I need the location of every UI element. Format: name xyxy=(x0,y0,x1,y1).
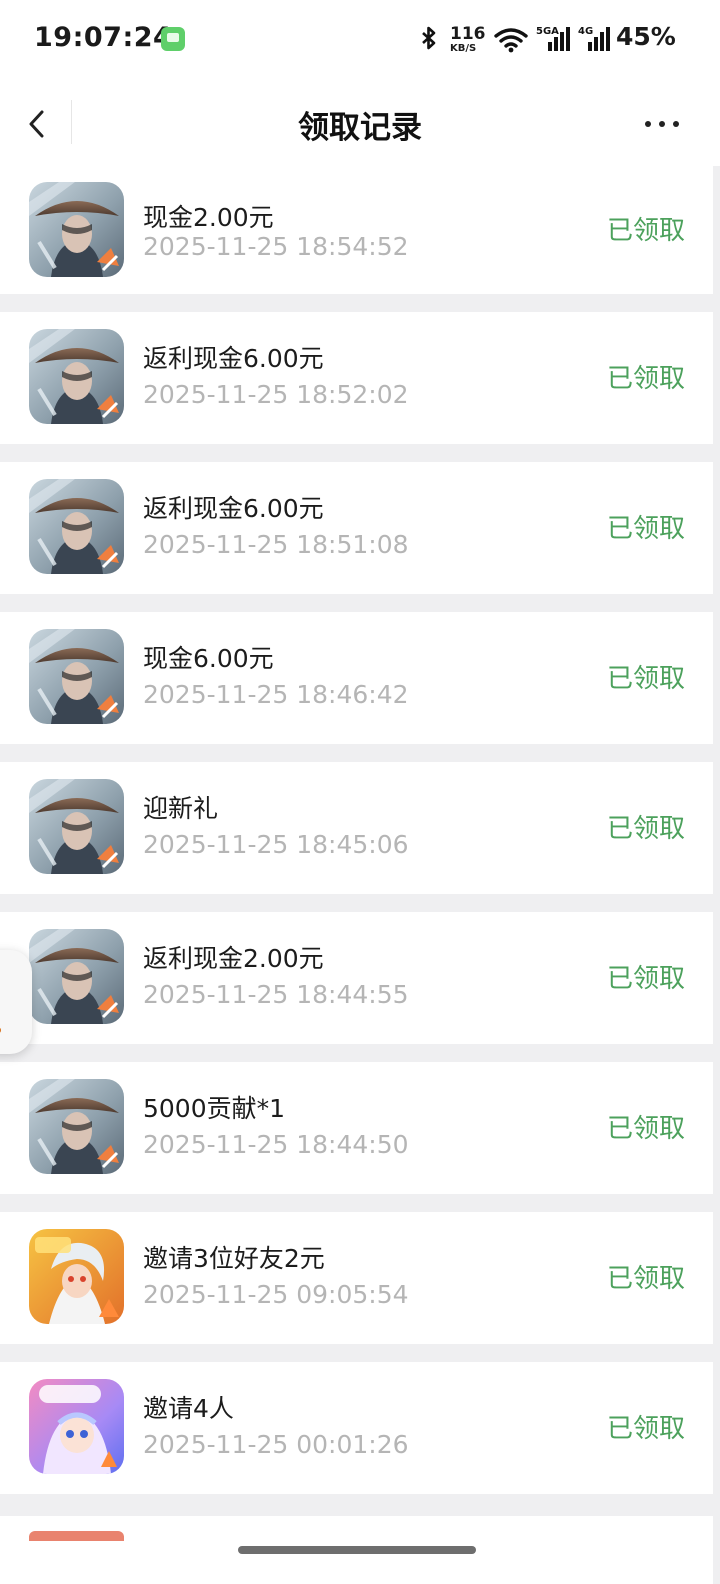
message-notification-icon xyxy=(161,27,185,51)
record-title: 迎新礼 xyxy=(143,794,219,823)
partial-app-icon xyxy=(29,1531,124,1541)
record-status: 已领取 xyxy=(607,664,686,694)
status-bar: 19:07:24 116 KB/S 5GA 4G 45% xyxy=(0,0,720,80)
network-speed-indicator: 116 KB/S xyxy=(450,22,486,58)
battery-level: 45% xyxy=(616,22,676,51)
record-item[interactable]: 邀请4人 2025-11-25 00:01:26 已领取 xyxy=(0,1362,713,1494)
record-title: 邀请3位好友2元 xyxy=(143,1244,325,1273)
swordsman-game-icon xyxy=(29,629,124,724)
dance-game-icon xyxy=(29,1379,124,1474)
status-time: 19:07:24 xyxy=(34,22,173,53)
record-status: 已领取 xyxy=(607,964,686,994)
reward-record-list: 现金2.00元 2025-11-25 18:54:52 已领取 返利现金6.00元 20… xyxy=(0,166,720,1512)
cellular-signal-sim1-icon: 5GA xyxy=(536,26,570,51)
record-item[interactable]: 5000贡献*1 2025-11-25 18:44:50 已领取 xyxy=(0,1062,713,1194)
record-status: 已领取 xyxy=(607,216,686,246)
floating-assistant-button[interactable] xyxy=(0,950,32,1054)
record-timestamp: 2025-11-25 18:54:52 xyxy=(143,232,409,261)
swordsman-game-icon xyxy=(29,329,124,424)
anime-hero-game-icon xyxy=(29,1229,124,1324)
record-title: 返利现金6.00元 xyxy=(143,344,324,373)
more-options-icon[interactable] xyxy=(640,114,684,134)
record-title: 返利现金6.00元 xyxy=(143,494,324,523)
record-title: 邀请4人 xyxy=(143,1394,234,1423)
swordsman-game-icon xyxy=(29,1079,124,1174)
sim1-network-label: 5GA xyxy=(536,26,559,37)
record-timestamp: 2025-11-25 09:05:54 xyxy=(143,1280,409,1309)
home-indicator[interactable] xyxy=(238,1546,476,1554)
network-speed-value: 116 xyxy=(450,24,486,44)
record-timestamp: 2025-11-25 18:46:42 xyxy=(143,680,409,709)
record-item[interactable]: 现金2.00元 2025-11-25 18:54:52 已领取 xyxy=(0,166,713,294)
navigation-bar: 领取记录 xyxy=(0,80,720,166)
record-item[interactable]: 现金6.00元 2025-11-25 18:46:42 已领取 xyxy=(0,612,713,744)
record-title: 现金2.00元 xyxy=(143,203,274,232)
record-timestamp: 2025-11-25 18:44:50 xyxy=(143,1130,409,1159)
record-timestamp: 2025-11-25 18:44:55 xyxy=(143,980,409,1009)
record-item[interactable]: 返利现金6.00元 2025-11-25 18:51:08 已领取 xyxy=(0,462,713,594)
record-title: 5000贡献*1 xyxy=(143,1094,286,1123)
wifi-icon xyxy=(494,28,528,53)
record-status: 已领取 xyxy=(607,1414,686,1444)
record-title: 现金6.00元 xyxy=(143,644,274,673)
record-status: 已领取 xyxy=(607,814,686,844)
page-title: 领取记录 xyxy=(298,110,422,146)
record-timestamp: 2025-11-25 18:52:02 xyxy=(143,380,409,409)
swordsman-game-icon xyxy=(29,182,124,277)
swordsman-game-icon xyxy=(29,779,124,874)
record-status: 已领取 xyxy=(607,514,686,544)
record-title: 返利现金2.00元 xyxy=(143,944,324,973)
record-status: 已领取 xyxy=(607,364,686,394)
record-timestamp: 2025-11-25 18:51:08 xyxy=(143,530,409,559)
swordsman-game-icon xyxy=(29,929,124,1024)
record-item[interactable]: 返利现金2.00元 2025-11-25 18:44:55 已领取 xyxy=(0,912,713,1044)
record-item[interactable]: 迎新礼 2025-11-25 18:45:06 已领取 xyxy=(0,762,713,894)
network-speed-unit: KB/S xyxy=(450,43,477,54)
record-item[interactable]: 返利现金6.00元 2025-11-25 18:52:02 已领取 xyxy=(0,312,713,444)
record-timestamp: 2025-11-25 18:45:06 xyxy=(143,830,409,859)
record-timestamp: 2025-11-25 00:01:26 xyxy=(143,1430,409,1459)
cellular-signal-sim2-icon: 4G xyxy=(578,26,610,51)
record-status: 已领取 xyxy=(607,1264,686,1294)
swordsman-game-icon xyxy=(29,479,124,574)
bluetooth-icon xyxy=(422,26,436,50)
sim2-network-label: 4G xyxy=(578,26,593,37)
record-item[interactable]: 邀请3位好友2元 2025-11-25 09:05:54 已领取 xyxy=(0,1212,713,1344)
record-status: 已领取 xyxy=(607,1114,686,1144)
